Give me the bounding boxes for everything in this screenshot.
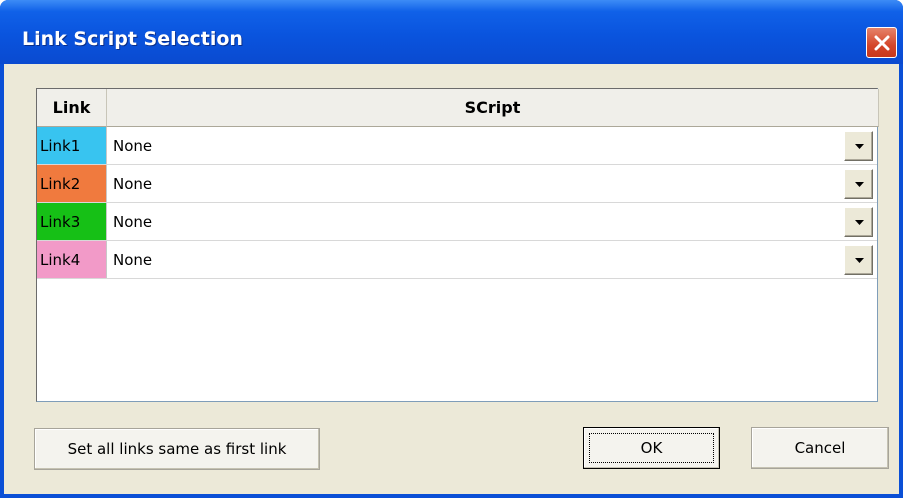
chevron-down-icon bbox=[855, 182, 864, 187]
title-bar[interactable]: Link Script Selection bbox=[0, 0, 903, 64]
ok-button[interactable]: OK bbox=[583, 427, 720, 469]
table-row: Link3 None bbox=[37, 203, 877, 241]
chevron-down-icon bbox=[855, 220, 864, 225]
link-cell: Link1 bbox=[37, 127, 107, 164]
focus-rectangle bbox=[589, 433, 714, 463]
dialog-title: Link Script Selection bbox=[22, 28, 243, 50]
script-dropdown[interactable]: None bbox=[107, 127, 877, 164]
script-value: None bbox=[113, 250, 153, 269]
chevron-down-icon bbox=[855, 258, 864, 263]
script-value: None bbox=[113, 136, 153, 155]
table-row: Link1 None bbox=[37, 127, 877, 165]
dropdown-button[interactable] bbox=[844, 245, 873, 275]
link-cell: Link3 bbox=[37, 203, 107, 240]
close-button[interactable] bbox=[866, 27, 897, 58]
script-value: None bbox=[113, 174, 153, 193]
script-dropdown[interactable]: None bbox=[107, 241, 877, 278]
link-cell: Link4 bbox=[37, 241, 107, 278]
script-dropdown[interactable]: None bbox=[107, 203, 877, 240]
dialog-client-area: Link SCript Link1 None Link2 None Link3 … bbox=[4, 64, 899, 494]
column-header-script[interactable]: SCript bbox=[107, 89, 879, 127]
dropdown-button[interactable] bbox=[844, 169, 873, 199]
close-icon bbox=[874, 35, 890, 51]
link-cell: Link2 bbox=[37, 165, 107, 202]
dialog-window: Link Script Selection Link SCript Link1 … bbox=[0, 0, 903, 498]
column-header-link[interactable]: Link bbox=[37, 89, 107, 127]
chevron-down-icon bbox=[855, 144, 864, 149]
dropdown-button[interactable] bbox=[844, 131, 873, 161]
script-dropdown[interactable]: None bbox=[107, 165, 877, 202]
table-row: Link2 None bbox=[37, 165, 877, 203]
link-script-grid: Link SCript Link1 None Link2 None Link3 … bbox=[36, 88, 879, 402]
dropdown-button[interactable] bbox=[844, 207, 873, 237]
cancel-button[interactable]: Cancel bbox=[751, 427, 889, 469]
script-value: None bbox=[113, 212, 153, 231]
set-all-links-button[interactable]: Set all links same as first link bbox=[34, 428, 320, 470]
table-row: Link4 None bbox=[37, 241, 877, 279]
